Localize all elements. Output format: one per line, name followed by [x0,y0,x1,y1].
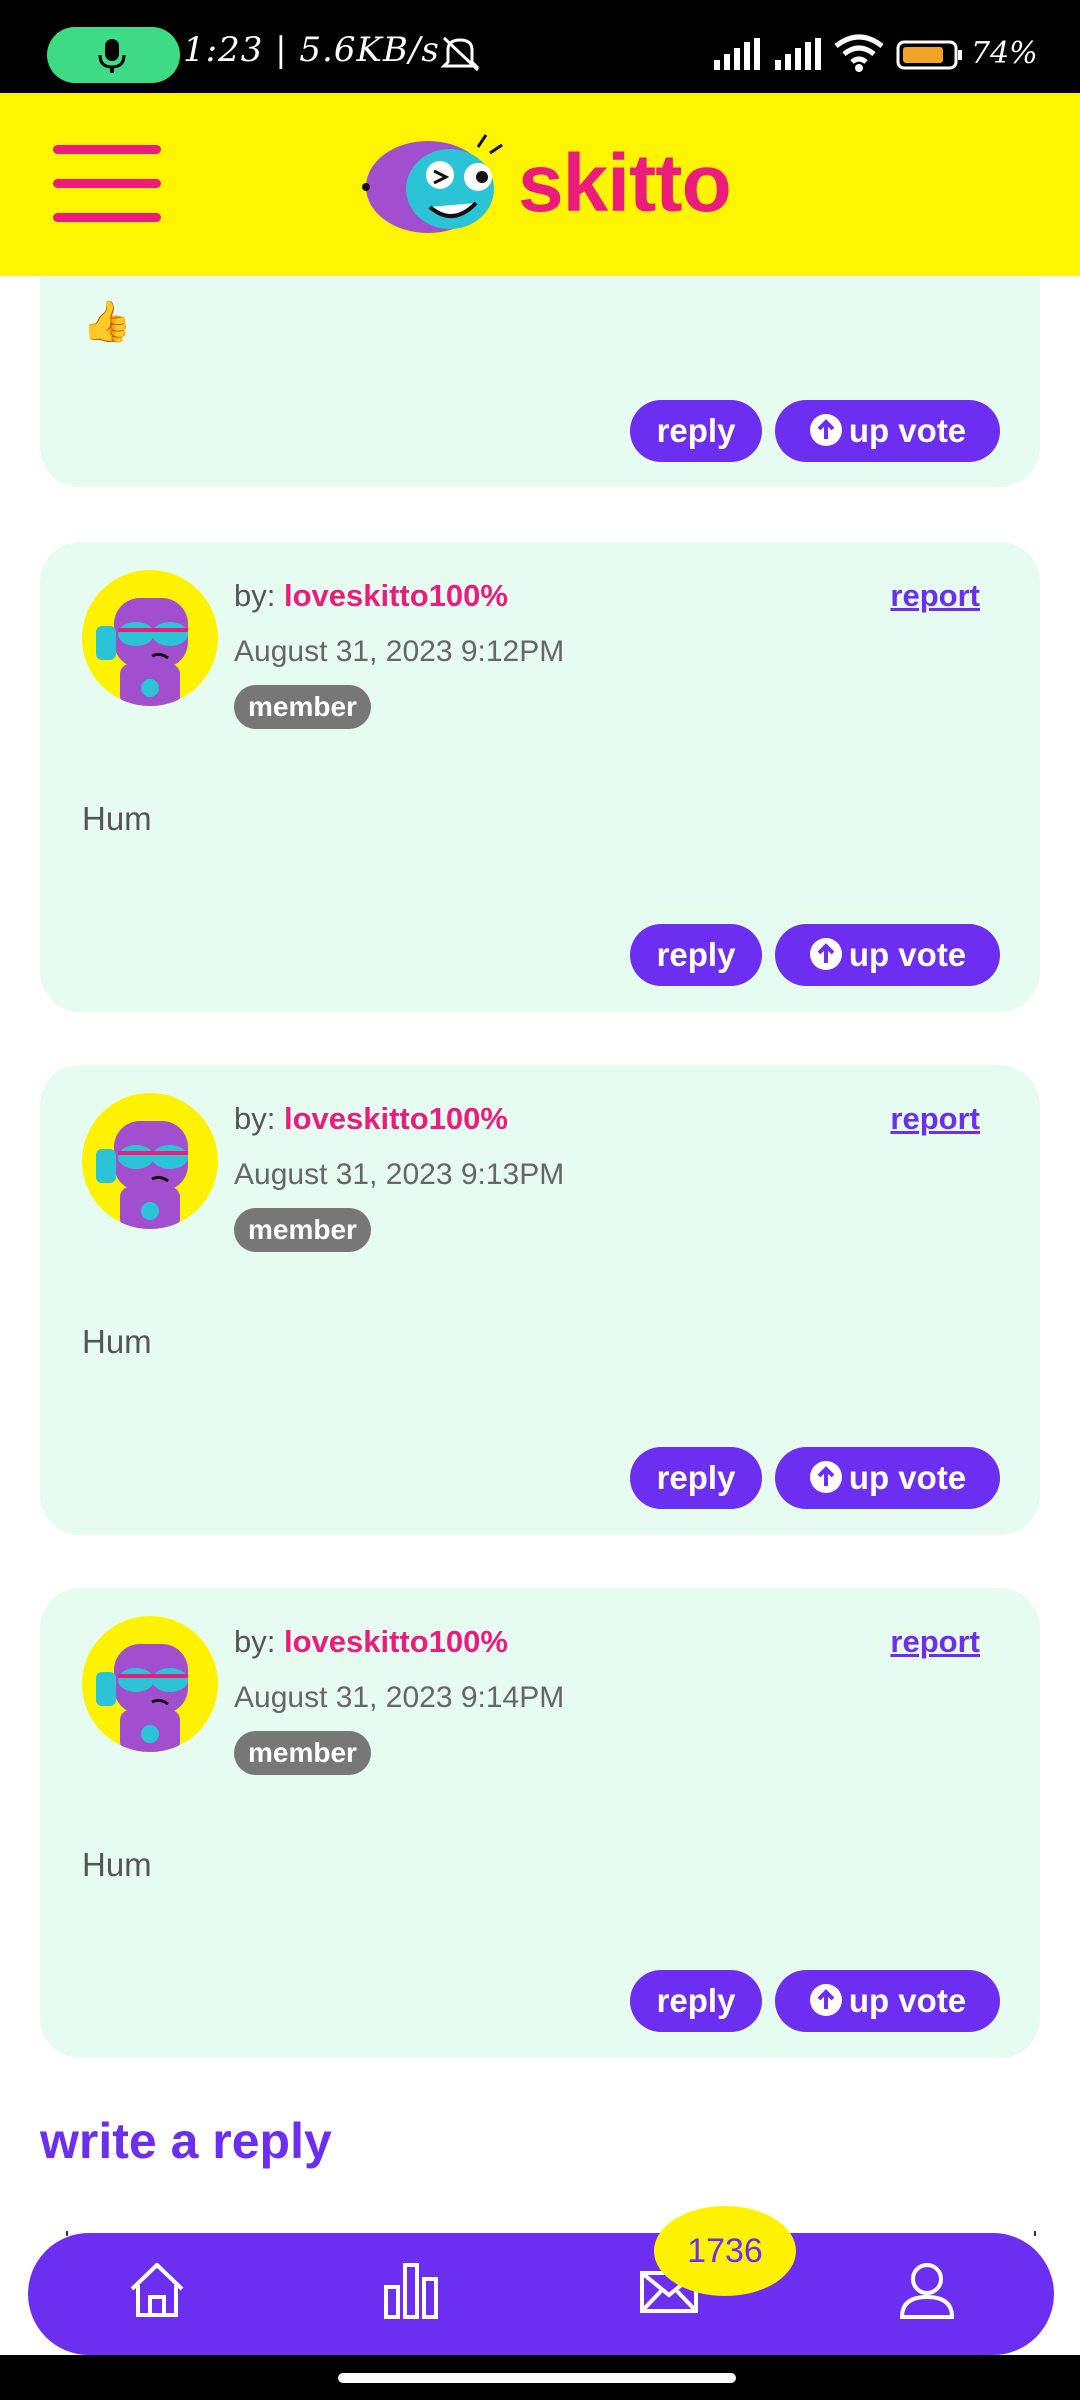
author-name-link[interactable]: loveskitto100% [284,1624,508,1659]
battery-percentage: 74% [971,36,1038,71]
avatar[interactable] [82,570,218,706]
wifi-icon [834,34,884,72]
comment-card: by: loveskitto100% report August 31, 202… [40,1588,1040,2058]
upvote-label: up vote [848,412,967,449]
post-date: August 31, 2023 9:14PM [234,1681,565,1714]
home-icon[interactable] [126,2259,188,2321]
avatar[interactable] [82,1616,218,1752]
status-bar: 1:23 | 5.6KB/s 74% [0,0,1080,93]
by-label: by: [234,1624,276,1659]
notification-count-badge[interactable]: 1736 [654,2206,796,2296]
comment-card: by: loveskitto100% report August 31, 202… [40,1065,1040,1535]
by-label: by: [234,1101,276,1136]
mic-indicator[interactable] [47,27,180,83]
comments-thread: 👍 reply up vote by: loveskitto100% repor… [0,276,1080,2236]
by-label: by: [234,578,276,613]
post-body: Hum [82,800,152,837]
upvote-button[interactable]: up vote [775,924,1000,986]
upvote-button[interactable]: up vote [775,400,1000,462]
author-line: by: loveskitto100% [234,1101,508,1137]
avatar[interactable] [82,1093,218,1229]
upvote-label: up vote [848,1459,967,1496]
arrow-up-circle-icon [809,1984,842,2016]
status-time-speed: 1:23 | 5.6KB/s [183,30,440,70]
post-date: August 31, 2023 9:12PM [234,635,565,668]
author-line: by: loveskitto100% [234,578,508,614]
home-gesture-bar[interactable] [338,2373,736,2383]
write-reply-heading: write a reply [40,2113,332,2169]
leaderboard-icon[interactable] [380,2259,442,2321]
robot-avatar-icon [96,1644,188,1752]
upvote-button[interactable]: up vote [775,1970,1000,2032]
comment-card: by: loveskitto100% report August 31, 202… [40,542,1040,1012]
reply-button[interactable]: reply [630,1447,762,1509]
report-link[interactable]: report [890,578,980,614]
reply-button[interactable]: reply [630,1970,762,2032]
profile-icon[interactable] [896,2259,958,2321]
arrow-up-circle-icon [809,414,842,446]
hamburger-menu-button[interactable] [53,145,161,223]
microphone-icon [98,39,126,73]
app-header: skitto [0,93,1080,276]
reply-button[interactable]: reply [630,924,762,986]
menu-line [53,179,161,188]
skitto-mascot-logo[interactable] [358,127,518,237]
arrow-up-circle-icon [809,938,842,970]
post-body: Hum [82,1323,152,1360]
upvote-label: up vote [848,936,967,973]
battery-icon [896,40,962,70]
robot-avatar-icon [96,1121,188,1229]
author-line: by: loveskitto100% [234,1624,508,1660]
menu-line [53,145,161,154]
member-badge: member [234,1208,371,1252]
menu-line [53,213,161,222]
post-body: Hum [82,1846,152,1883]
mute-bell-icon [440,36,480,72]
arrow-up-circle-icon [809,1461,842,1493]
report-link[interactable]: report [890,1101,980,1137]
thumbs-up-emoji: 👍 [82,299,132,345]
reply-button[interactable]: reply [630,400,762,462]
member-badge: member [234,1731,371,1775]
author-name-link[interactable]: loveskitto100% [284,578,508,613]
upvote-label: up vote [848,1982,967,2019]
app-name-logo: skitto [518,138,732,229]
post-date: August 31, 2023 9:13PM [234,1158,565,1191]
robot-avatar-icon [96,598,188,706]
upvote-button[interactable]: up vote [775,1447,1000,1509]
gesture-area [0,2355,1080,2400]
report-link[interactable]: report [890,1624,980,1660]
member-badge: member [234,685,371,729]
signal-icon [775,38,821,70]
author-name-link[interactable]: loveskitto100% [284,1101,508,1136]
bottom-navigation [28,2233,1054,2355]
signal-icon [714,38,760,70]
comment-card: 👍 reply up vote [40,276,1040,487]
